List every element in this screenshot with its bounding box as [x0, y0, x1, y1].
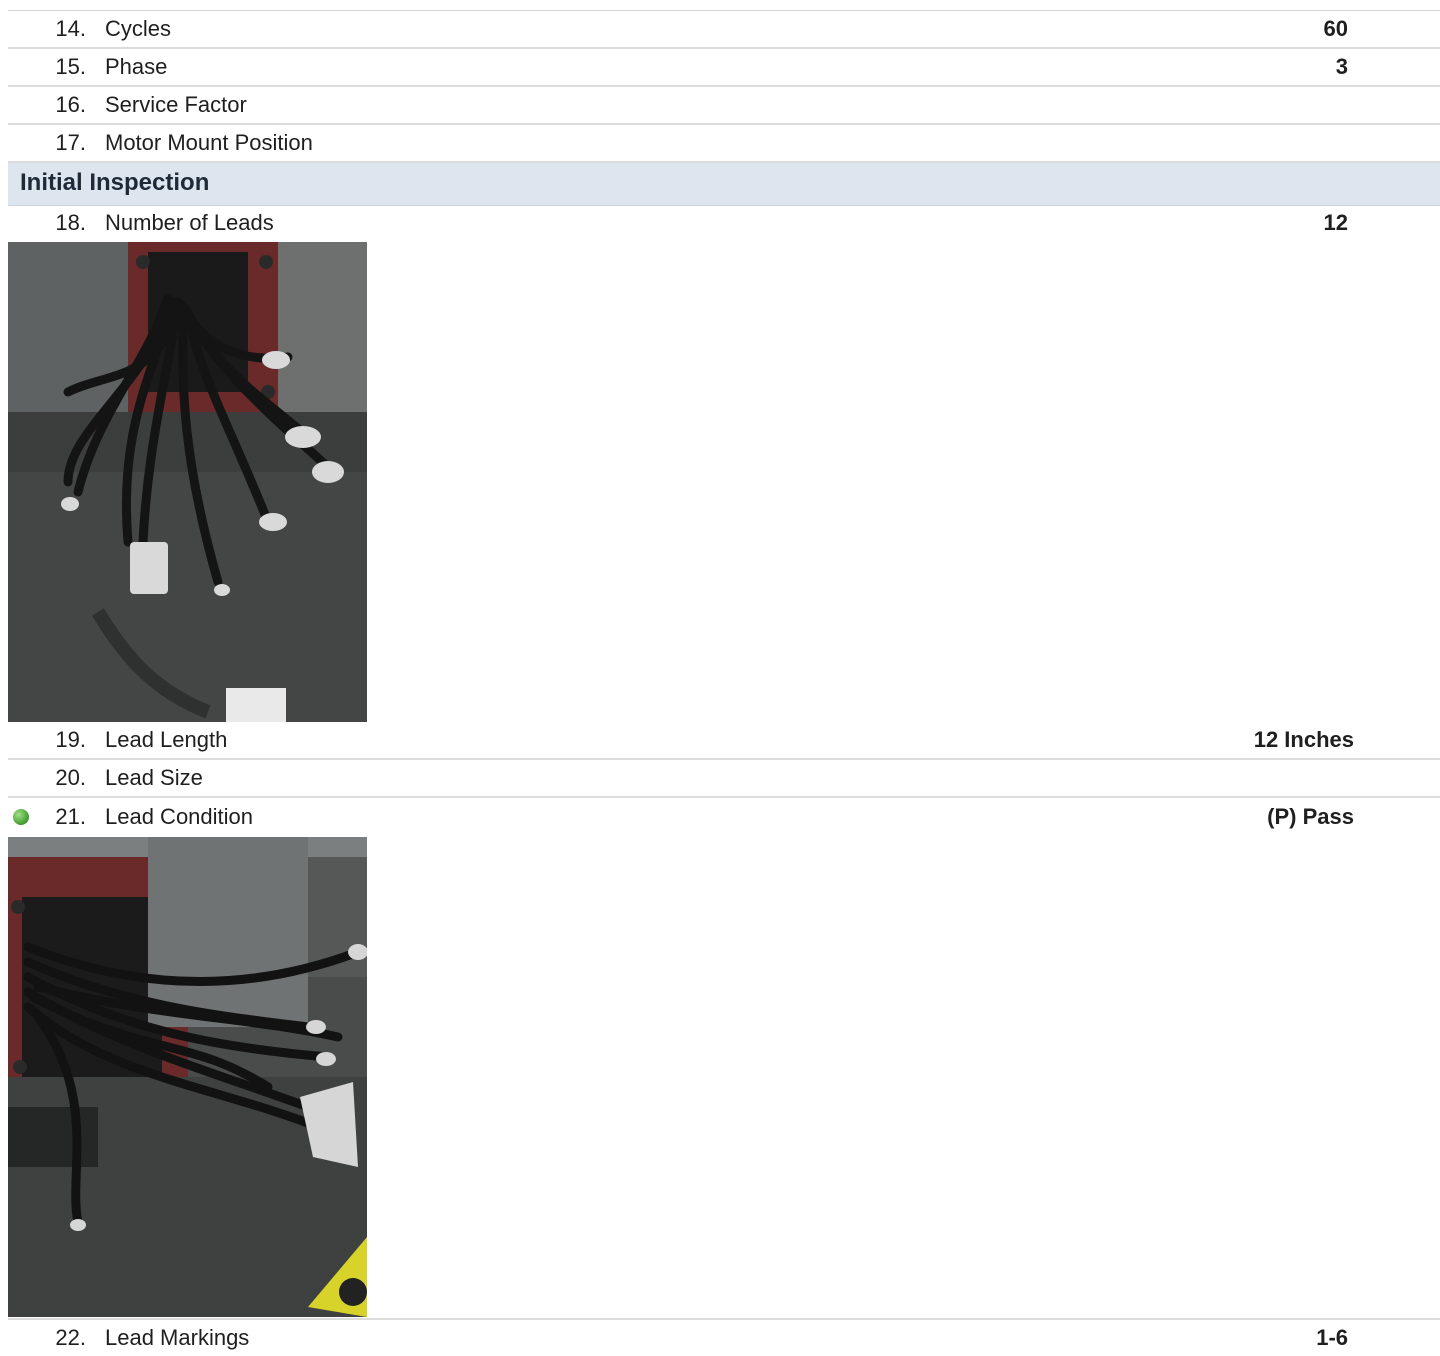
item-number: 17. [55, 130, 86, 155]
item-label: Lead Size [105, 765, 203, 790]
item-number: 20. [55, 765, 86, 790]
row-cycles: 14. Cycles 60 [8, 11, 1440, 49]
row-phase: 15. Phase 3 [8, 49, 1440, 87]
item-number: 21. [55, 804, 86, 829]
item-number: 19. [55, 727, 86, 752]
item-label: Number of Leads [105, 210, 274, 235]
item-number: 22. [55, 1325, 86, 1350]
item-label: Motor Mount Position [105, 130, 313, 155]
section-title: Initial Inspection [20, 169, 210, 196]
item-number: 16. [55, 92, 86, 117]
item-value: 3 [1335, 54, 1348, 79]
row-number-of-leads: 18. Number of Leads 12 [8, 205, 1440, 240]
item-number: 18. [55, 210, 86, 235]
row-motor-mount-position: 17. Motor Mount Position [8, 125, 1440, 163]
item-number: 15. [55, 54, 86, 79]
row-service-factor: 16. Service Factor [8, 87, 1440, 125]
item-value: 12 Inches [1253, 727, 1354, 752]
item-label: Phase [105, 54, 168, 79]
item-label: Lead Markings [105, 1325, 250, 1350]
row-lead-markings: 22. Lead Markings 1-6 [8, 1318, 1440, 1356]
row-lead-length: 19. Lead Length 12 Inches [8, 722, 1440, 760]
item-label: Service Factor [105, 92, 247, 117]
section-header-initial-inspection: Initial Inspection [8, 163, 1440, 206]
item-value: 1-6 [1316, 1325, 1348, 1350]
item-number: 14. [55, 16, 86, 41]
lead-photo-2[interactable] [8, 837, 367, 1317]
row-lead-condition: 21. Lead Condition (P) Pass [8, 799, 1440, 835]
item-value: 60 [1323, 16, 1348, 41]
item-label: Lead Length [105, 727, 228, 752]
item-value: (P) Pass [1267, 804, 1354, 829]
row-lead-size: 20. Lead Size [8, 760, 1440, 798]
item-label: Cycles [105, 16, 172, 41]
lead-photo-1[interactable] [8, 242, 367, 722]
item-label: Lead Condition [105, 804, 254, 829]
item-value: 12 [1323, 210, 1348, 235]
